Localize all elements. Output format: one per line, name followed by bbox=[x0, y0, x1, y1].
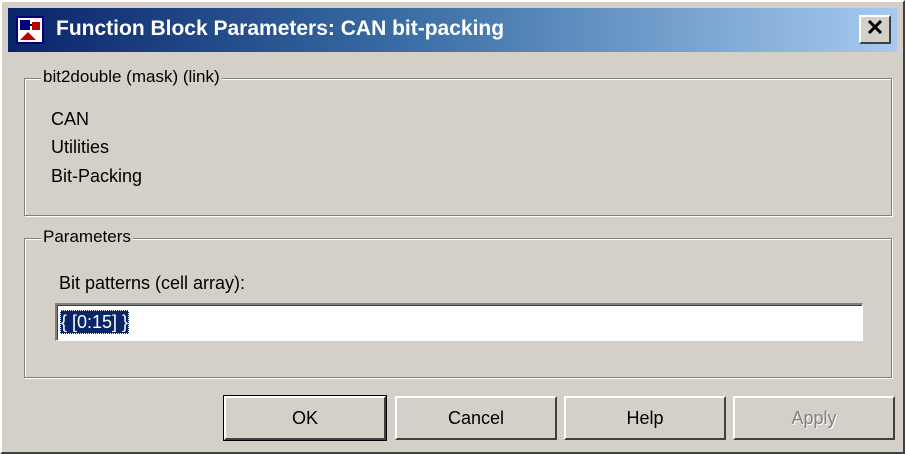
parameters-group: Parameters Bit patterns (cell array): { … bbox=[24, 227, 892, 378]
apply-button: Apply bbox=[733, 396, 895, 440]
help-button[interactable]: Help bbox=[564, 396, 726, 440]
mask-description-group: bit2double (mask) (link) CAN Utilities B… bbox=[24, 67, 892, 216]
parameters-group-label: Parameters bbox=[41, 227, 133, 247]
mask-group-label: bit2double (mask) (link) bbox=[41, 67, 222, 87]
cancel-button[interactable]: Cancel bbox=[395, 396, 557, 440]
ok-button[interactable]: OK bbox=[223, 395, 387, 441]
description-line-can: CAN bbox=[51, 109, 90, 129]
bit-patterns-input[interactable]: { [0:15] } bbox=[55, 303, 863, 341]
close-button[interactable] bbox=[859, 15, 891, 44]
window-title: Function Block Parameters: CAN bit-packi… bbox=[56, 17, 505, 40]
description-line-utilities: Utilities bbox=[51, 137, 110, 157]
title-bar[interactable]: Function Block Parameters: CAN bit-packi… bbox=[8, 8, 897, 52]
bit-patterns-value: { [0:15] } bbox=[60, 310, 130, 334]
dialog-window: Function Block Parameters: CAN bit-packi… bbox=[0, 0, 905, 454]
simulink-block-icon bbox=[16, 16, 44, 44]
close-x-icon bbox=[867, 19, 883, 39]
bit-patterns-label: Bit patterns (cell array): bbox=[59, 273, 246, 293]
description-line-bit-packing: Bit-Packing bbox=[51, 166, 143, 186]
